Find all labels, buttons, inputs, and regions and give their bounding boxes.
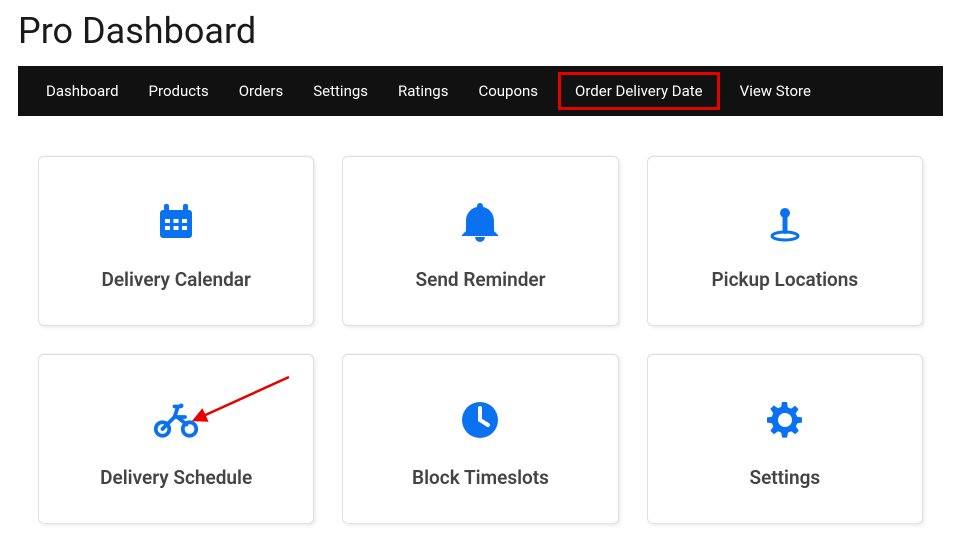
card-pickup-locations[interactable]: Pickup Locations [647,156,923,326]
tab-orders[interactable]: Orders [229,74,294,108]
card-label: Block Timeslots [412,466,549,489]
tab-settings[interactable]: Settings [303,74,378,108]
card-delivery-schedule[interactable]: Delivery Schedule [38,354,314,524]
tab-bar: Dashboard Products Orders Settings Ratin… [18,66,943,116]
tab-dashboard[interactable]: Dashboard [36,74,129,108]
page-title: Pro Dashboard [0,0,961,66]
gear-icon [761,390,809,450]
card-send-reminder[interactable]: Send Reminder [342,156,618,326]
card-label: Delivery Calendar [101,268,250,291]
card-settings[interactable]: Settings [647,354,923,524]
card-label: Pickup Locations [711,268,858,291]
tab-order-delivery-date[interactable]: Order Delivery Date [558,72,720,110]
card-label: Delivery Schedule [100,466,252,489]
tab-coupons[interactable]: Coupons [468,74,548,108]
card-delivery-calendar[interactable]: Delivery Calendar [38,156,314,326]
tab-view-store[interactable]: View Store [730,74,821,108]
calendar-icon [152,192,200,252]
card-block-timeslots[interactable]: Block Timeslots [342,354,618,524]
bicycle-icon [152,390,200,450]
clock-icon [456,390,504,450]
card-label: Send Reminder [416,268,546,291]
tab-ratings[interactable]: Ratings [388,74,458,108]
bell-icon [456,192,504,252]
tab-products[interactable]: Products [139,74,219,108]
card-label: Settings [749,466,820,489]
annotation-arrow-icon [189,369,299,429]
map-pin-icon [761,192,809,252]
cards-grid: Delivery Calendar Send Reminder Pickup L… [0,116,961,544]
